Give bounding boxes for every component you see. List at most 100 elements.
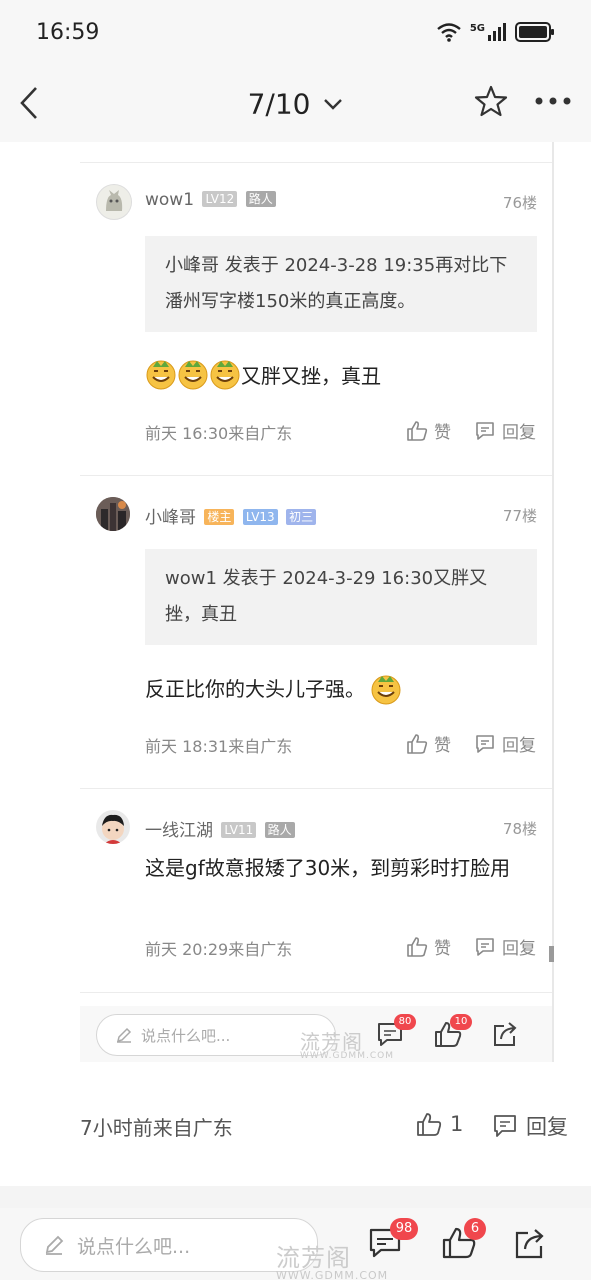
like-label: 赞 xyxy=(434,939,451,959)
floor-number: 78楼 xyxy=(502,820,537,838)
avatar[interactable] xyxy=(96,810,130,844)
username[interactable]: 一线江湖 LV11 路人 xyxy=(145,816,295,841)
section-divider xyxy=(0,1186,591,1208)
signal-icon xyxy=(488,23,506,41)
star-icon[interactable] xyxy=(474,84,508,118)
chevron-down-icon xyxy=(324,99,343,110)
reply-label: 回复 xyxy=(502,939,536,959)
username[interactable]: wow1 LV12 路人 xyxy=(145,190,276,210)
comment-text-content: 又胖又挫，真丑 xyxy=(241,364,381,388)
quote-block: wow1 发表于 2024-3-29 16:30又胖又挫，真丑 xyxy=(145,549,537,645)
like-button[interactable]: 赞 xyxy=(406,731,451,756)
post-meta: 7小时前来自广东 xyxy=(80,1116,233,1140)
cartoon-avatar-icon xyxy=(102,814,124,844)
more-icon[interactable] xyxy=(534,96,574,106)
owner-badge: 楼主 xyxy=(204,509,235,525)
status-time: 16:59 xyxy=(36,20,100,45)
username[interactable]: 小峰哥 楼主 LV13 初三 xyxy=(145,503,317,528)
comments-button[interactable]: 80 xyxy=(376,1014,416,1052)
wifi-icon xyxy=(437,23,461,42)
comment-meta: 前天 18:31来自广东 xyxy=(145,737,293,756)
watermark-url: WWW.GDMM.COM xyxy=(276,1269,389,1282)
floor-number: 77楼 xyxy=(502,507,537,525)
comment-text: 又胖又挫，真丑 xyxy=(145,356,537,396)
like-button[interactable]: 赞 xyxy=(406,418,451,443)
post-reply-button[interactable]: 回复 xyxy=(492,1111,568,1141)
username-text: 一线江湖 xyxy=(145,821,213,841)
comment-count-badge: 98 xyxy=(390,1218,418,1240)
divider xyxy=(80,992,554,993)
reply-label: 回复 xyxy=(502,423,536,443)
reply-button[interactable]: 回复 xyxy=(474,731,536,756)
like-label: 赞 xyxy=(434,423,451,443)
reply-button[interactable]: 回复 xyxy=(474,418,536,443)
watermark: 流芳阁 WWW.GDMM.COM xyxy=(200,1238,388,1282)
building-avatar-icon xyxy=(96,497,130,531)
embedded-comment-bar: 说点什么吧... 流芳阁 WWW.GDMM.COM 80 10 xyxy=(80,1006,554,1062)
quote-block: 小峰哥 发表于 2024-3-28 19:35再对比下潘州写字楼150米的真正高… xyxy=(145,236,537,332)
post-like-button[interactable]: 1 xyxy=(416,1111,463,1137)
username-text: 小峰哥 xyxy=(145,508,196,528)
level-badge: LV11 xyxy=(221,822,257,838)
avatar[interactable] xyxy=(96,497,130,531)
grin-emoji-icon xyxy=(371,675,401,705)
pencil-icon xyxy=(116,1027,132,1043)
comment-icon xyxy=(476,937,494,956)
divider xyxy=(80,162,554,163)
watermark: 流芳阁 WWW.GDMM.COM xyxy=(240,1026,394,1061)
username-text: wow1 xyxy=(145,190,195,210)
thumbs-up-icon xyxy=(407,936,428,957)
like-label: 赞 xyxy=(434,736,451,756)
divider xyxy=(80,788,554,789)
scrollbar-track xyxy=(552,142,554,1062)
watermark-url: WWW.GDMM.COM xyxy=(300,1051,394,1061)
like-post-button[interactable]: 10 xyxy=(434,1014,472,1052)
comment-icon xyxy=(476,734,494,753)
watermark-brand: 流芳阁 xyxy=(276,1244,351,1272)
thumbs-up-icon xyxy=(407,420,428,441)
comment-meta: 前天 16:30来自广东 xyxy=(145,424,293,443)
comment-text-content: 反正比你的大头儿子强。 xyxy=(145,677,365,701)
like-count-badge: 6 xyxy=(464,1218,486,1240)
comment-icon xyxy=(494,1115,516,1137)
share-icon[interactable] xyxy=(514,1226,548,1260)
level-badge: LV12 xyxy=(202,191,238,207)
comment-count-badge: 80 xyxy=(394,1014,416,1030)
reply-label: 回复 xyxy=(502,736,536,756)
rank-badge: 路人 xyxy=(264,822,295,838)
comment-text: 这是gf故意报矮了30米，到剪彩时打脸用 xyxy=(145,856,511,880)
post-reply-label: 回复 xyxy=(526,1115,568,1139)
scrollbar-thumb[interactable] xyxy=(549,946,554,962)
bottom-comment-bar: 说点什么吧... 流芳阁 WWW.GDMM.COM 98 6 xyxy=(0,1208,591,1282)
thumbs-up-icon xyxy=(417,1113,442,1136)
like-post-button[interactable]: 6 xyxy=(442,1218,486,1264)
rank-badge: 路人 xyxy=(245,191,276,207)
nav-bar: 7/10 xyxy=(0,62,591,142)
post-like-count: 1 xyxy=(450,1112,464,1136)
page-indicator-label: 7/10 xyxy=(247,87,311,121)
embedded-comment-list: wow1 LV12 路人 76楼 小峰哥 发表于 2024-3-28 19:35… xyxy=(80,142,554,1062)
like-count-badge: 10 xyxy=(450,1014,472,1030)
share-icon[interactable] xyxy=(492,1020,520,1048)
like-button[interactable]: 赞 xyxy=(406,934,451,959)
level-badge: LV13 xyxy=(242,509,278,525)
thumbs-up-icon xyxy=(407,733,428,754)
rank-badge: 初三 xyxy=(286,509,317,525)
comment-input-placeholder: 说点什么吧... xyxy=(77,1235,191,1258)
network-type-label: 5G xyxy=(469,22,485,34)
comment-text: 反正比你的大头儿子强。 xyxy=(145,669,537,709)
avatar[interactable] xyxy=(96,184,132,220)
status-icons: 5G xyxy=(436,22,555,42)
floor-number: 76楼 xyxy=(502,194,537,212)
reply-button[interactable]: 回复 xyxy=(474,934,536,959)
status-bar: 16:59 5G xyxy=(0,0,591,62)
comment-input-placeholder: 说点什么吧... xyxy=(141,1026,231,1045)
grin-emoji-icon xyxy=(146,360,240,390)
battery-icon xyxy=(515,22,554,42)
comment-meta: 前天 20:29来自广东 xyxy=(145,940,293,959)
cat-avatar-icon xyxy=(106,190,123,211)
comment-icon xyxy=(476,421,494,440)
pencil-icon xyxy=(45,1235,64,1255)
divider xyxy=(80,475,554,476)
comments-button[interactable]: 98 xyxy=(368,1218,418,1264)
